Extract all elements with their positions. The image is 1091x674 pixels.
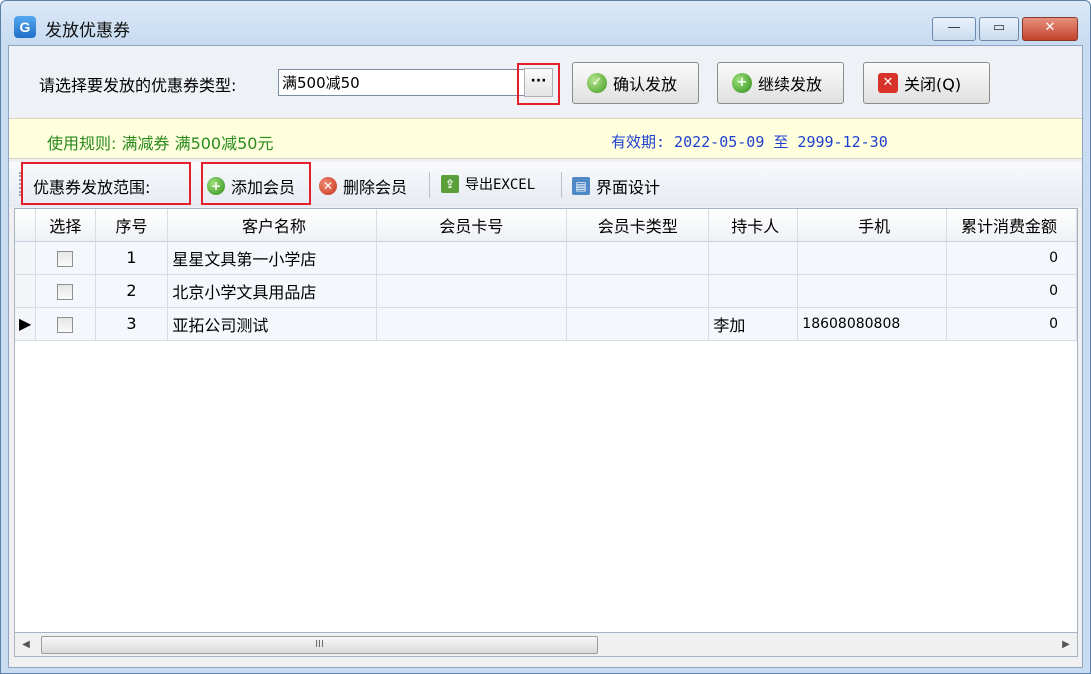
- row-customer-name: 星星文具第一小学店: [167, 241, 377, 275]
- row-card-type: [566, 274, 710, 308]
- row-select-checkbox-cell: [35, 241, 96, 275]
- row-indicator-header: [15, 209, 37, 242]
- delete-member-label: 删除会员: [343, 178, 408, 197]
- row-select-checkbox[interactable]: [57, 283, 74, 300]
- highlight-box-scope: [21, 162, 191, 205]
- row-select-checkbox[interactable]: [57, 316, 74, 333]
- column-header-phone[interactable]: 手机: [797, 209, 947, 242]
- app-logo-icon: G: [14, 16, 36, 38]
- layout-icon: ▤: [572, 177, 590, 195]
- scrollbar-thumb[interactable]: III: [41, 636, 598, 654]
- row-indicator: [15, 274, 37, 308]
- row-customer-name: 北京小学文具用品店: [167, 274, 377, 308]
- layout-design-label: 界面设计: [596, 178, 661, 197]
- x-circle-icon: ✕: [319, 177, 337, 195]
- close-label: 关闭(Q): [904, 75, 962, 94]
- coupon-dialog-window: G 发放优惠券 — ▭ ✕ 请选择要发放的优惠券类型: ··· ✓ 确认发放 +…: [0, 0, 1091, 674]
- grid-header-row: 选择 序号 客户名称 会员卡号 会员卡类型 持卡人 手机 累计消费金额: [15, 209, 1077, 242]
- usage-rule-text: 使用规则: 满减券 满500减50元: [47, 134, 274, 153]
- delete-member-button[interactable]: ✕ 删除会员: [319, 174, 407, 198]
- row-no: 2: [95, 274, 169, 308]
- row-phone: [797, 274, 947, 308]
- coupon-type-label: 请选择要发放的优惠券类型:: [39, 76, 237, 95]
- row-no: 1: [95, 241, 169, 275]
- row-customer-name: 亚拓公司测试: [167, 307, 377, 341]
- row-card-no: [376, 307, 568, 341]
- row-card-type: [566, 241, 710, 275]
- column-header-customer-name[interactable]: 客户名称: [167, 209, 377, 242]
- horizontal-scrollbar[interactable]: ◀ III ▶: [14, 633, 1078, 657]
- continue-issue-button[interactable]: + 继续发放: [717, 62, 844, 104]
- row-phone: [797, 241, 947, 275]
- toolbar-separator: [561, 172, 562, 198]
- toolbar-separator: [429, 172, 430, 198]
- table-row[interactable]: 2 北京小学文具用品店 0: [15, 274, 1077, 308]
- row-total-spend: 0: [946, 274, 1077, 308]
- validity-period-text: 有效期: 2022-05-09 至 2999-12-30: [611, 133, 888, 151]
- coupon-selector-row: 请选择要发放的优惠券类型: ··· ✓ 确认发放 + 继续发放 ✕ 关闭(Q): [9, 46, 1082, 118]
- column-header-total-spend[interactable]: 累计消费金额: [946, 209, 1077, 242]
- layout-design-button[interactable]: ▤ 界面设计: [572, 174, 660, 198]
- excel-export-icon: ⇪: [441, 175, 459, 193]
- check-circle-icon: ✓: [587, 73, 607, 93]
- scroll-right-icon[interactable]: ▶: [1057, 636, 1075, 654]
- minimize-button[interactable]: —: [932, 17, 976, 41]
- dialog-client-area: 请选择要发放的优惠券类型: ··· ✓ 确认发放 + 继续发放 ✕ 关闭(Q) …: [8, 45, 1083, 668]
- row-indicator: [15, 241, 37, 275]
- row-holder: [708, 274, 799, 308]
- row-select-checkbox[interactable]: [57, 250, 74, 267]
- close-window-button[interactable]: ✕: [1022, 17, 1078, 41]
- row-total-spend: 0: [946, 307, 1077, 341]
- confirm-issue-label: 确认发放: [613, 75, 678, 94]
- window-title: 发放优惠券: [45, 21, 130, 41]
- scroll-left-icon[interactable]: ◀: [17, 636, 35, 654]
- row-card-no: [376, 274, 568, 308]
- coupon-type-input[interactable]: [278, 69, 527, 96]
- confirm-issue-button[interactable]: ✓ 确认发放: [572, 62, 699, 104]
- scope-toolbar: 优惠券发放范围: + 添加会员 ✕ 删除会员 ⇪ 导出EXCEL ▤ 界面设计: [9, 162, 1082, 207]
- row-holder: [708, 241, 799, 275]
- row-card-no: [376, 241, 568, 275]
- column-header-select[interactable]: 选择: [35, 209, 96, 242]
- row-phone: 18608080808: [797, 307, 947, 341]
- maximize-button[interactable]: ▭: [979, 17, 1019, 41]
- export-excel-label: 导出EXCEL: [465, 177, 536, 193]
- row-select-checkbox-cell: [35, 274, 96, 308]
- title-bar[interactable]: G 发放优惠券 — ▭ ✕: [1, 1, 1090, 45]
- coupon-rule-bar: 使用规则: 满减券 满500减50元 有效期: 2022-05-09 至 299…: [9, 118, 1082, 159]
- column-header-card-no[interactable]: 会员卡号: [376, 209, 568, 242]
- table-row[interactable]: ▶ 3 亚拓公司测试 李加 18608080808 0: [15, 307, 1077, 341]
- close-square-icon: ✕: [878, 73, 898, 93]
- column-header-no[interactable]: 序号: [95, 209, 169, 242]
- column-header-holder[interactable]: 持卡人: [708, 209, 799, 242]
- row-total-spend: 0: [946, 241, 1077, 275]
- row-no: 3: [95, 307, 169, 341]
- continue-issue-label: 继续发放: [758, 75, 823, 94]
- export-excel-button[interactable]: ⇪ 导出EXCEL: [441, 174, 535, 194]
- row-indicator: ▶: [15, 307, 37, 341]
- close-button[interactable]: ✕ 关闭(Q): [863, 62, 990, 104]
- member-grid: 选择 序号 客户名称 会员卡号 会员卡类型 持卡人 手机 累计消费金额 1 星星…: [14, 208, 1078, 633]
- row-select-checkbox-cell: [35, 307, 96, 341]
- highlight-box-add-member: [201, 162, 311, 205]
- plus-circle-icon: +: [732, 73, 752, 93]
- row-holder: 李加: [708, 307, 799, 341]
- highlight-box-browse: [517, 63, 560, 105]
- table-row[interactable]: 1 星星文具第一小学店 0: [15, 241, 1077, 275]
- row-card-type: [566, 307, 710, 341]
- column-header-card-type[interactable]: 会员卡类型: [566, 209, 710, 242]
